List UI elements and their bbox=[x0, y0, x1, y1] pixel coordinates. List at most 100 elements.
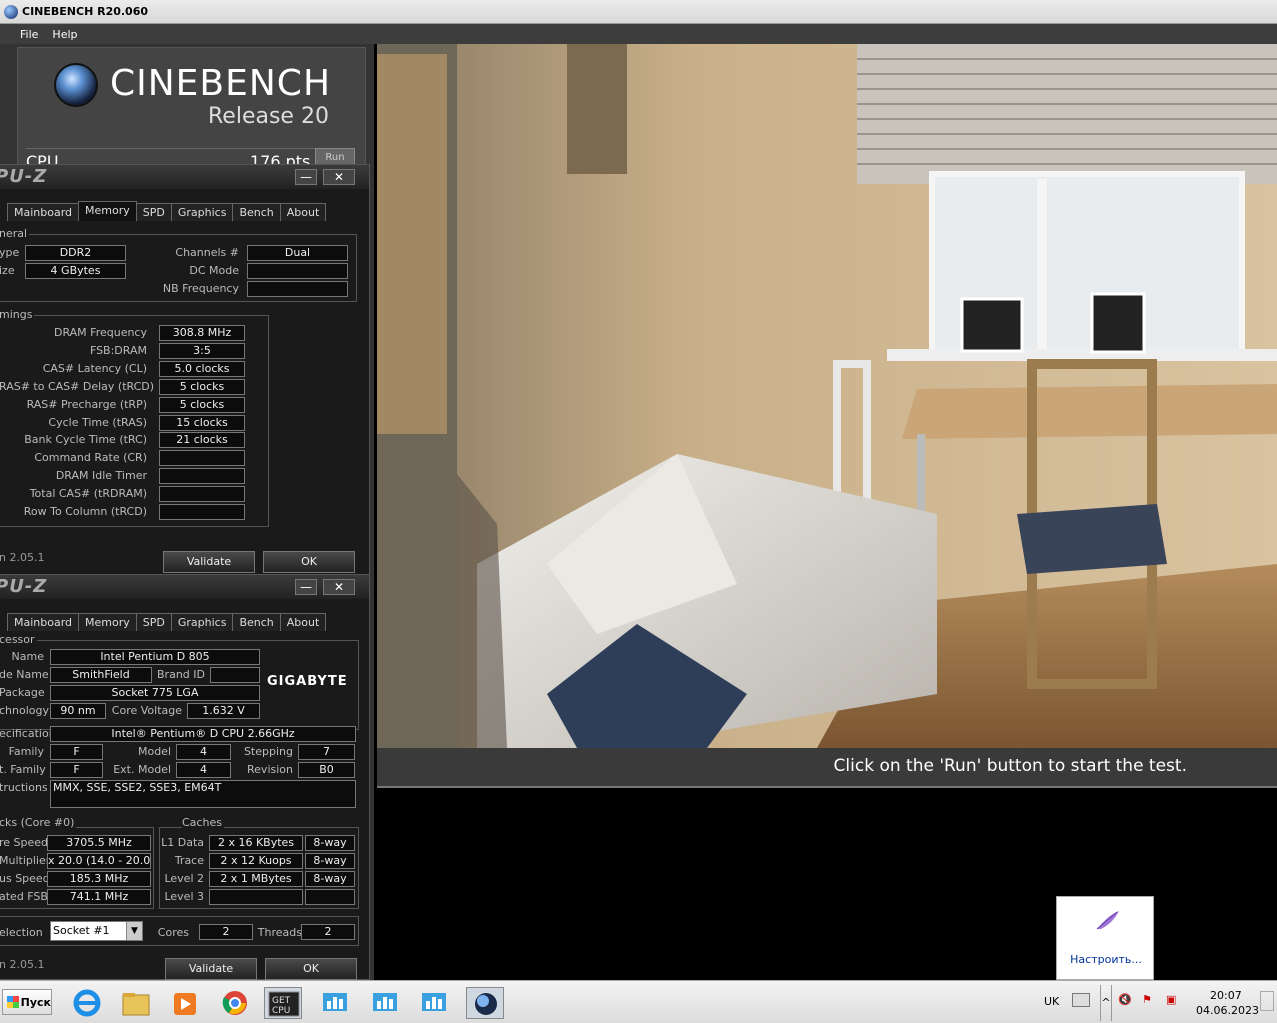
cpuz-memory-titlebar: PU-Z — ✕ bbox=[0, 165, 369, 189]
tab-bench[interactable]: Bench bbox=[232, 203, 281, 221]
channels-value: Dual bbox=[247, 245, 348, 261]
socket-select[interactable]: Socket #1 ▼ bbox=[50, 921, 143, 941]
monitor-app-icon-2[interactable] bbox=[367, 987, 405, 1019]
popup-customize-link[interactable]: Настроить... bbox=[1057, 953, 1155, 966]
cinebench-titlebar: CINEBENCH R20.060 bbox=[0, 0, 1277, 24]
tab-memory[interactable]: Memory bbox=[78, 613, 137, 631]
cinebench-window-title: CINEBENCH R20.060 bbox=[22, 5, 149, 18]
general-group-label: neral bbox=[0, 227, 30, 240]
tray-popup[interactable]: Настроить... bbox=[1056, 896, 1154, 980]
tab-mainboard[interactable]: Mainboard bbox=[7, 613, 80, 631]
minimize-button[interactable]: — bbox=[295, 579, 317, 595]
l1-data-label: L1 Data bbox=[161, 836, 204, 849]
keyboard-icon[interactable] bbox=[1072, 993, 1090, 1007]
gigabyte-logo: GIGABYTE bbox=[267, 674, 348, 689]
multiplier-value: x 20.0 (14.0 - 20.0) bbox=[47, 853, 151, 869]
cpuz-cpu-titlebar: PU-Z — ✕ bbox=[0, 575, 369, 599]
tab-about[interactable]: About bbox=[279, 203, 327, 221]
model-label: Model bbox=[137, 745, 171, 758]
revision-label: Revision bbox=[247, 763, 293, 776]
volume-muted-icon[interactable]: 🔇 bbox=[1118, 993, 1132, 1006]
timing-value bbox=[159, 486, 245, 503]
monitor-app-icon-3[interactable] bbox=[416, 987, 454, 1019]
caches-group-label: Caches bbox=[182, 816, 224, 829]
tab-graphics[interactable]: Graphics bbox=[170, 613, 234, 631]
tab-spd[interactable]: SPD bbox=[135, 613, 172, 631]
technology-label: chnology bbox=[0, 704, 49, 717]
menu-help[interactable]: Help bbox=[52, 28, 77, 41]
close-button[interactable]: ✕ bbox=[323, 169, 355, 185]
name-value: Intel Pentium D 805 bbox=[50, 649, 260, 665]
level2-way: 8-way bbox=[305, 871, 355, 887]
core-speed-label: re Speed bbox=[0, 836, 49, 849]
chrome-icon[interactable] bbox=[216, 987, 254, 1019]
media-player-icon[interactable] bbox=[166, 987, 204, 1019]
close-button[interactable]: ✕ bbox=[323, 579, 355, 595]
instructions-value: MMX, SSE, SSE2, SSE3, EM64T bbox=[50, 780, 356, 808]
cpuz-taskbar-icon[interactable]: GET CPU bbox=[264, 987, 302, 1019]
cores-value: 2 bbox=[199, 924, 253, 940]
level3-way bbox=[305, 889, 355, 905]
socket-select-value: Socket #1 bbox=[53, 924, 110, 937]
cinebench-logo-title: CINEBENCH bbox=[110, 63, 332, 104]
start-label: Пуск bbox=[20, 995, 51, 1009]
timing-label: Cycle Time (tRAS) bbox=[48, 415, 147, 429]
cinebench-taskbar-icon[interactable] bbox=[466, 987, 504, 1019]
show-desktop-button[interactable] bbox=[1260, 991, 1274, 1011]
family-label: Family bbox=[8, 745, 44, 758]
render-view bbox=[377, 44, 1277, 748]
clock-time[interactable]: 20:07 bbox=[1210, 989, 1242, 1002]
timing-value bbox=[159, 504, 245, 520]
size-label: ize bbox=[0, 264, 15, 277]
chevron-down-icon[interactable]: ▼ bbox=[126, 922, 142, 940]
bus-speed-label: us Speed bbox=[0, 872, 50, 885]
action-center-icon[interactable]: ⚑ bbox=[1142, 993, 1152, 1006]
brand-id-value bbox=[210, 667, 260, 683]
cinebench-logo-subtitle: Release 20 bbox=[208, 104, 329, 129]
network-icon[interactable]: ▣ bbox=[1166, 993, 1176, 1006]
specification-label: ecification bbox=[0, 727, 56, 740]
tab-mainboard[interactable]: Mainboard bbox=[7, 203, 80, 221]
ok-button[interactable]: OK bbox=[263, 551, 355, 573]
score-divider bbox=[26, 148, 346, 149]
clock-date[interactable]: 04.06.2023 bbox=[1196, 1004, 1259, 1017]
internet-explorer-icon[interactable] bbox=[68, 987, 106, 1019]
file-explorer-icon[interactable] bbox=[117, 987, 155, 1019]
render-scene-image bbox=[377, 44, 1277, 748]
package-label: Package bbox=[0, 686, 45, 699]
language-indicator[interactable]: UK bbox=[1044, 995, 1059, 1008]
cinebench-menubar: File Help bbox=[0, 24, 1277, 44]
processor-group-label: cessor bbox=[0, 633, 37, 646]
cpuz-memory-tabs: Mainboard Memory SPD Graphics Bench Abou… bbox=[7, 201, 327, 221]
menu-file[interactable]: File bbox=[20, 28, 38, 41]
tab-graphics[interactable]: Graphics bbox=[170, 203, 234, 221]
timing-label: FSB:DRAM bbox=[89, 343, 147, 357]
start-button[interactable]: Пуск bbox=[2, 989, 52, 1015]
svg-text:GET: GET bbox=[272, 996, 291, 1006]
package-value: Socket 775 LGA bbox=[50, 685, 260, 701]
validate-button[interactable]: Validate bbox=[165, 958, 257, 980]
nb-frequency-label: NB Frequency bbox=[162, 282, 239, 295]
ok-button[interactable]: OK bbox=[265, 958, 357, 980]
stepping-label: Stepping bbox=[243, 745, 293, 758]
l1-data-way: 8-way bbox=[305, 835, 355, 851]
tab-spd[interactable]: SPD bbox=[135, 203, 172, 221]
tab-memory[interactable]: Memory bbox=[78, 201, 137, 221]
minimize-button[interactable]: — bbox=[295, 169, 317, 185]
timing-value: 5.0 clocks bbox=[159, 360, 245, 377]
name-label: Name bbox=[11, 650, 44, 663]
validate-button[interactable]: Validate bbox=[163, 551, 255, 573]
type-label: ype bbox=[0, 246, 20, 259]
tab-bench[interactable]: Bench bbox=[232, 613, 281, 631]
timing-value bbox=[159, 450, 245, 467]
cpuz-memory-title: PU-Z bbox=[0, 166, 48, 187]
tab-about[interactable]: About bbox=[279, 613, 327, 631]
threads-value: 2 bbox=[301, 924, 355, 940]
revision-value: B0 bbox=[298, 762, 355, 778]
timing-label: RAS# Precharge (tRP) bbox=[26, 397, 147, 411]
multiplier-label: Multiplier bbox=[0, 854, 51, 867]
nb-frequency-value bbox=[247, 281, 348, 297]
monitor-app-icon-1[interactable] bbox=[317, 987, 355, 1019]
show-hidden-icons-button[interactable]: ^ bbox=[1100, 985, 1112, 1021]
cinebench-logo-panel: CINEBENCH Release 20 CPU 176 pts Run bbox=[17, 47, 366, 171]
